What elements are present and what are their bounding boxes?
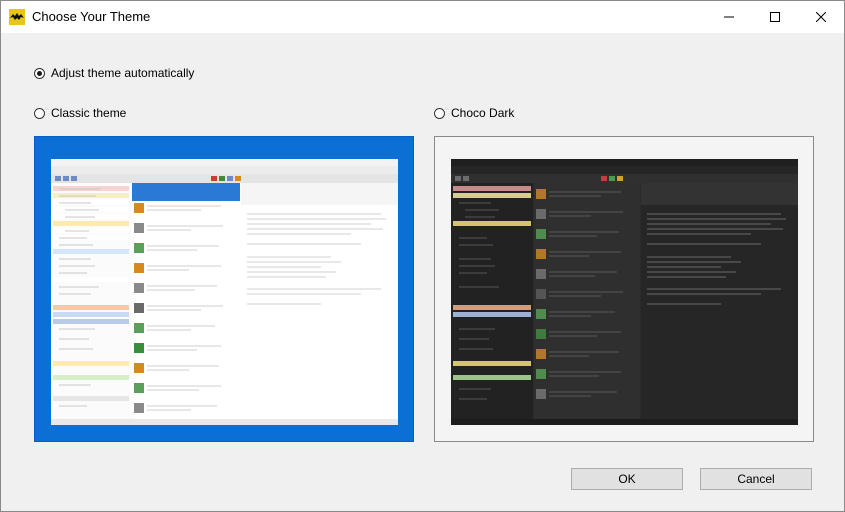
radio-label: Choco Dark	[451, 106, 515, 120]
close-button[interactable]	[798, 1, 844, 33]
radio-adjust-automatically[interactable]: Adjust theme automatically	[34, 66, 194, 80]
classic-theme-preview[interactable]	[34, 136, 414, 442]
radio-label: Classic theme	[51, 106, 127, 120]
radio-button[interactable]	[434, 107, 445, 119]
ok-button[interactable]: OK	[571, 468, 683, 490]
cancel-button[interactable]: Cancel	[700, 468, 812, 490]
minimize-icon	[724, 16, 734, 18]
dialog-window: Choose Your Theme Adjust theme automatic…	[0, 0, 845, 512]
classic-preview-screenshot	[51, 159, 398, 425]
choco-dark-theme-preview[interactable]	[434, 136, 814, 442]
radio-button[interactable]	[34, 67, 45, 79]
app-bat-icon	[9, 9, 25, 25]
window-title: Choose Your Theme	[32, 9, 151, 24]
radio-choco-dark[interactable]: Choco Dark	[434, 106, 514, 120]
maximize-icon	[770, 12, 780, 22]
radio-label: Adjust theme automatically	[51, 66, 195, 80]
dark-preview-screenshot	[451, 159, 798, 425]
radio-classic-theme[interactable]: Classic theme	[34, 106, 126, 120]
maximize-button[interactable]	[752, 1, 798, 33]
minimize-button[interactable]	[706, 1, 752, 33]
close-icon	[816, 12, 826, 22]
radio-button[interactable]	[34, 107, 45, 119]
title-bar[interactable]: Choose Your Theme	[1, 1, 844, 33]
